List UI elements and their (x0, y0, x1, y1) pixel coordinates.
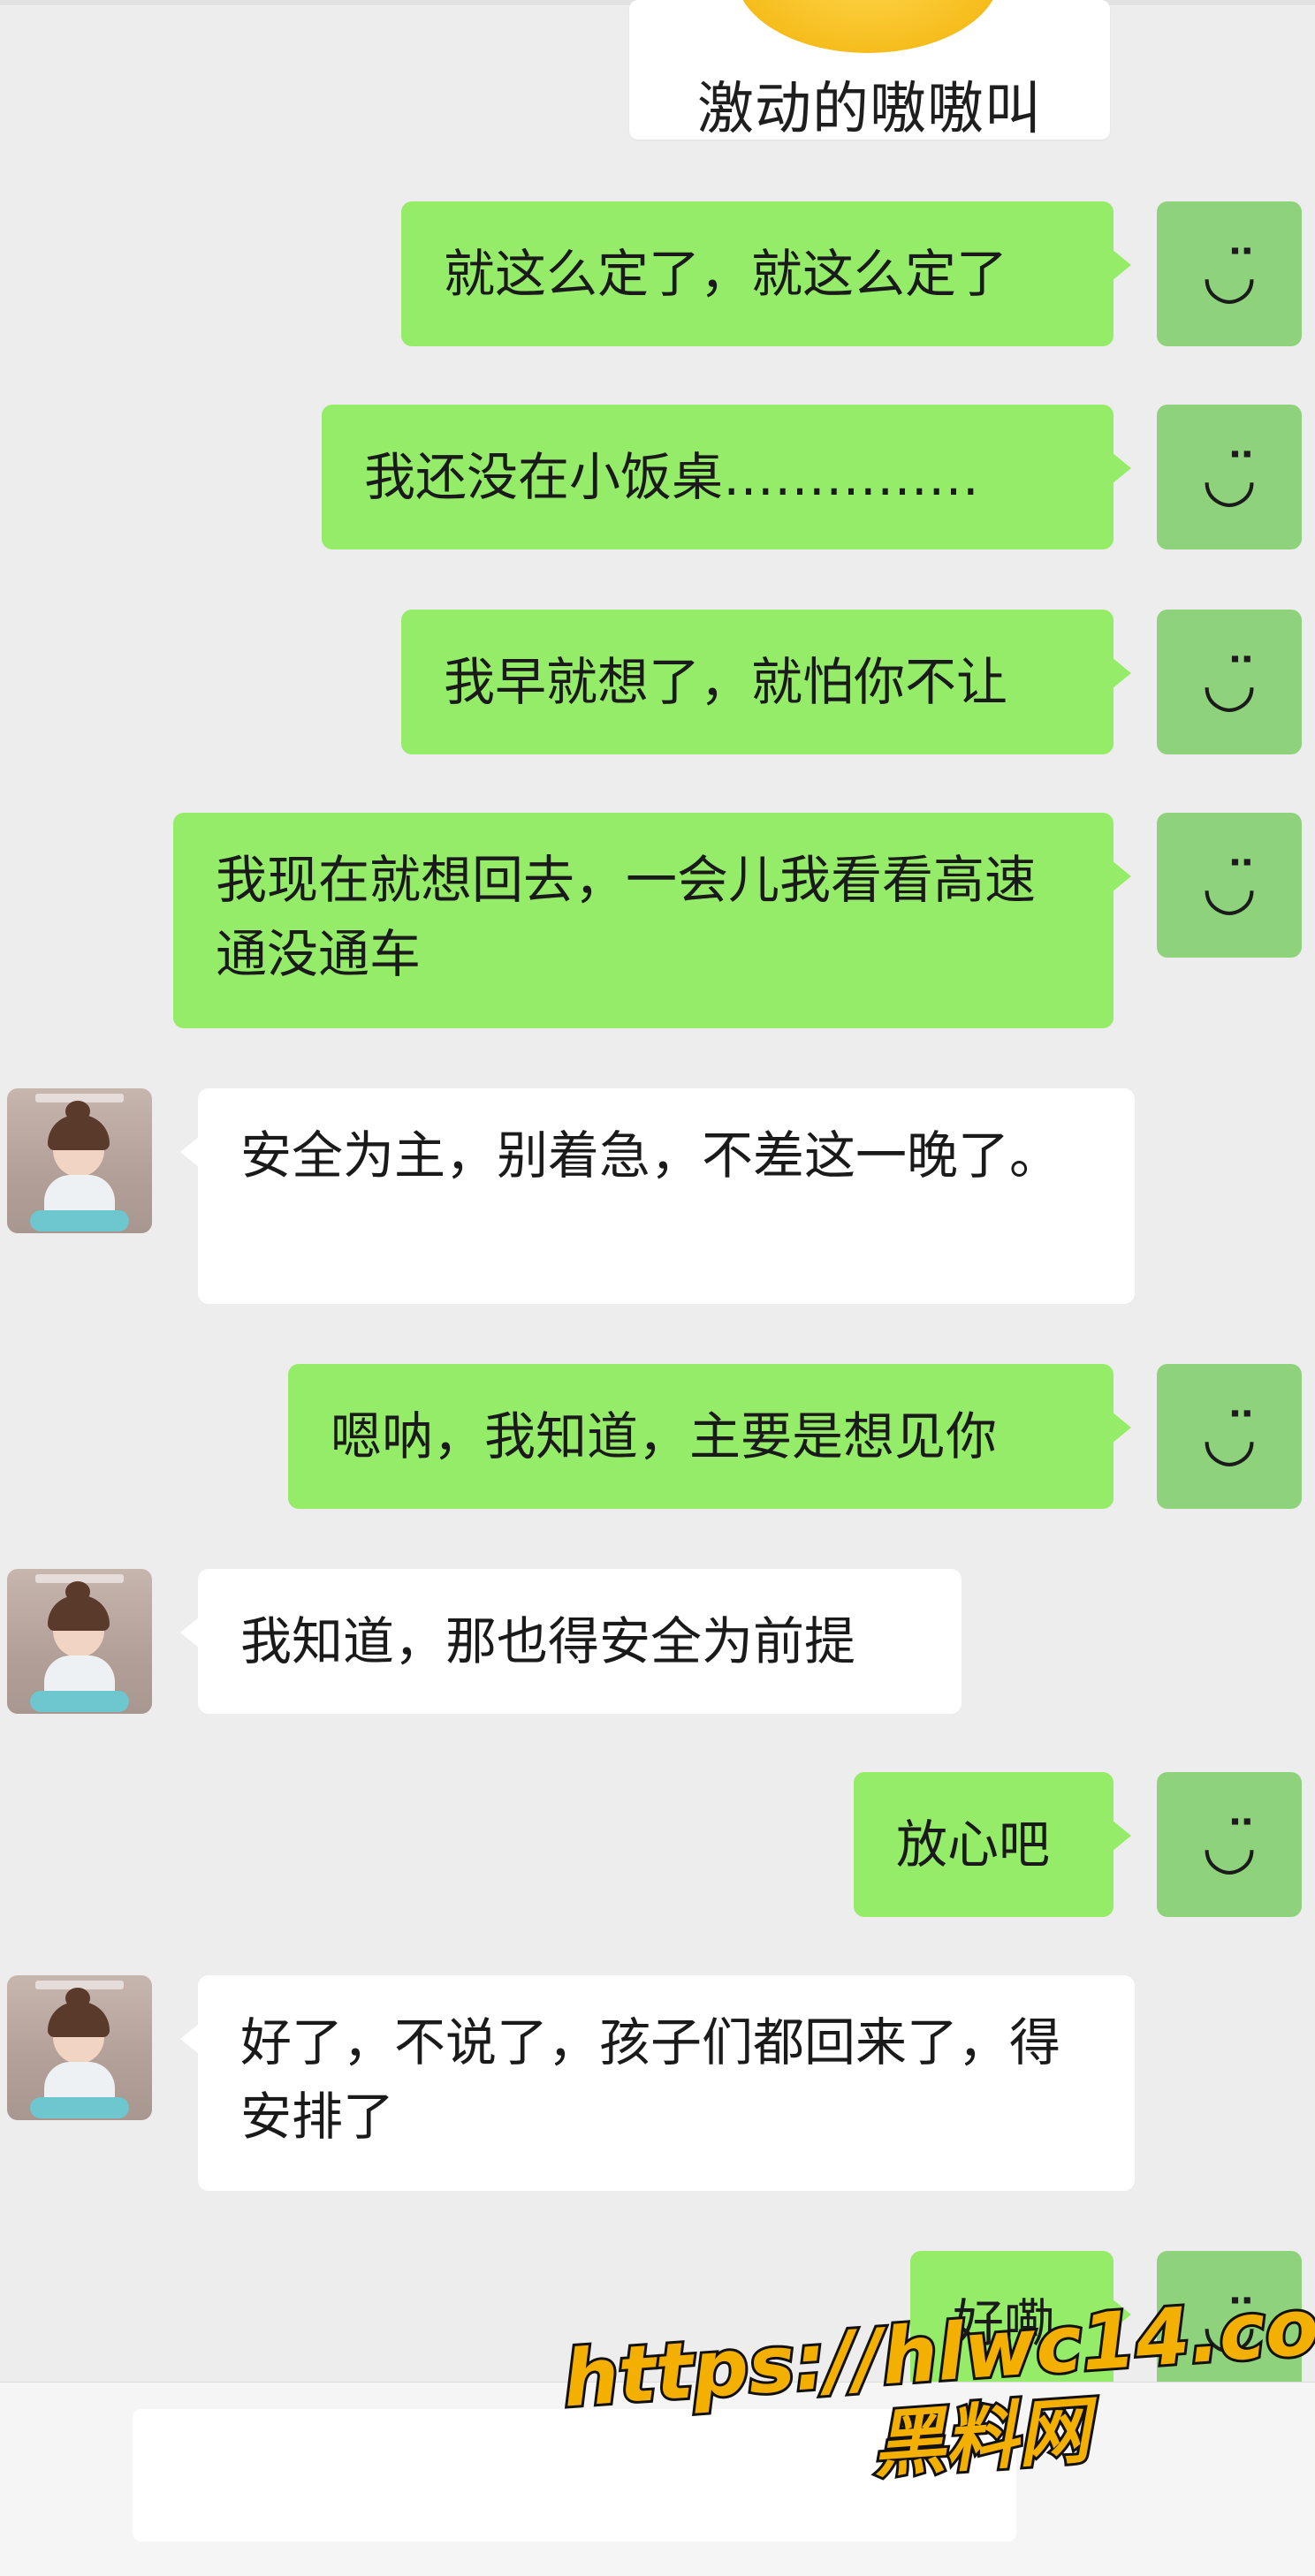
my-avatar[interactable]: ◡̈ (1157, 405, 1302, 549)
smile-icon: ◡̈ (1201, 645, 1258, 719)
smile-icon: ◡̈ (1201, 237, 1258, 311)
my-message-bubble[interactable]: 我还没在小饭桌…………… (322, 405, 1131, 549)
peer-avatar[interactable] (7, 1975, 152, 2120)
chat-screen: 激动的嗷嗷叫 就这么定了，就这么定了 ◡̈ 我还没在小饭桌…………… ◡̈ 我早… (0, 0, 1315, 2576)
smile-icon: ◡̈ (1201, 1399, 1258, 1474)
avatar-hair (48, 1595, 110, 1631)
smile-icon: ◡̈ (1201, 848, 1258, 922)
smile-icon: ◡̈ (1201, 440, 1258, 514)
my-avatar[interactable]: ◡̈ (1157, 813, 1302, 958)
peer-message-bubble[interactable]: 好了，不说了，孩子们都回来了，得安排了 (180, 1975, 1135, 2191)
my-avatar[interactable]: ◡̈ (1157, 1364, 1302, 1509)
emoji-sticker-icon (735, 0, 1000, 53)
peer-avatar[interactable] (7, 1088, 152, 1233)
avatar-legs (30, 1210, 129, 1231)
sticker-caption: 激动的嗷嗷叫 (697, 77, 1042, 140)
my-message-bubble[interactable]: 就这么定了，就这么定了 (401, 201, 1131, 346)
my-message-bubble[interactable]: 我早就想了，就怕你不让 (401, 610, 1131, 754)
my-message-bubble[interactable]: 我现在就想回去，一会儿我看看高速通没通车 (173, 813, 1131, 1028)
avatar-hair (48, 1115, 110, 1150)
avatar-legs (30, 1691, 129, 1712)
sticker-message[interactable]: 激动的嗷嗷叫 (629, 0, 1110, 140)
avatar-legs (30, 2097, 129, 2118)
peer-message-bubble[interactable]: 我知道，那也得安全为前提 (180, 1569, 962, 1714)
peer-message-bubble[interactable]: 安全为主，别着急，不差这一晚了。 (180, 1088, 1135, 1304)
my-avatar[interactable]: ◡̈ (1157, 610, 1302, 754)
my-avatar[interactable]: ◡̈ (1157, 201, 1302, 346)
peer-avatar[interactable] (7, 1569, 152, 1714)
smile-icon: ◡̈ (1201, 1807, 1258, 1882)
my-avatar[interactable]: ◡̈ (1157, 1772, 1302, 1917)
avatar-hair (48, 2002, 110, 2037)
my-message-bubble[interactable]: 放心吧 (854, 1772, 1131, 1917)
my-message-bubble[interactable]: 嗯呐，我知道，主要是想见你 (288, 1364, 1131, 1509)
